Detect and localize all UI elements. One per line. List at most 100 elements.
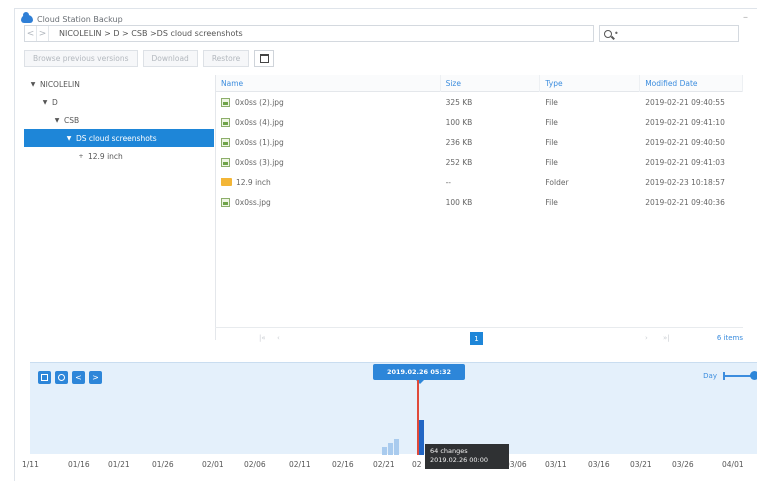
file-name: 0x0ss (3).jpg: [235, 157, 284, 167]
cell-size: --: [445, 177, 451, 187]
column-name[interactable]: Name: [216, 74, 441, 92]
tooltip-changes: 64 changes: [430, 447, 468, 455]
column-type[interactable]: Type: [540, 74, 641, 92]
change-bar[interactable]: [382, 447, 387, 455]
axis-tick-label: 03/11: [545, 460, 567, 469]
table-header: Name Size Type Modified Date: [216, 74, 743, 92]
cell-name: 0x0ss (2).jpg: [216, 97, 441, 107]
axis-tick-label: 02/21: [373, 460, 395, 469]
cell-type: File: [545, 197, 558, 207]
folder-icon: [221, 177, 232, 186]
search-input[interactable]: •: [599, 25, 739, 42]
cell-size: 100 KB: [445, 197, 473, 207]
page-number[interactable]: 1: [470, 332, 483, 345]
change-bar[interactable]: [388, 443, 393, 455]
folder-tree: ▼ NICOLELIN ▼ D ▼ CSB ▼ DS cloud screenshots +12…: [24, 75, 214, 165]
zoom-knob[interactable]: [750, 371, 757, 380]
tree-item[interactable]: ▼ CSB: [24, 111, 214, 129]
browse-previous-versions-button[interactable]: Browse previous versions: [24, 49, 138, 67]
zoom-slider[interactable]: [723, 371, 757, 380]
cell-modified-date: 2019-02-21 09:41:10: [645, 117, 725, 127]
collapse-icon[interactable]: ▼: [65, 135, 73, 142]
tree-item[interactable]: ▼ D: [24, 93, 214, 111]
table-row[interactable]: 0x0ss (2).jpg 325 KB File 2019-02-21 09:40:…: [216, 92, 743, 112]
breadcrumb[interactable]: NICOLELIN > D > CSB >DS cloud screenshot…: [49, 29, 243, 38]
cell-type: File: [545, 97, 558, 107]
gear-icon: [58, 374, 65, 381]
minimize-button[interactable]: –: [743, 12, 748, 23]
toolbar: Browse previous versions Download Restor…: [24, 49, 275, 67]
axis-tick-label: 03/16: [588, 460, 610, 469]
cell-modified-date: 2019-02-21 09:41:03: [645, 157, 725, 167]
table-row[interactable]: 12.9 inch -- Folder 2019-02-23 10:18:57: [216, 172, 743, 192]
table-row[interactable]: 0x0ss.jpg 100 KB File 2019-02-21 09:40:36: [216, 192, 743, 212]
cell-type: File: [545, 137, 558, 147]
axis-tick-label: 02/16: [332, 460, 354, 469]
forward-button[interactable]: >: [37, 26, 49, 41]
cell-type: File: [545, 117, 558, 127]
cell-type: File: [545, 157, 558, 167]
selected-version-stamp[interactable]: 2019.02.26 05:32: [373, 364, 465, 384]
timeline-tools: < >: [38, 371, 102, 384]
next-page-button[interactable]: ›: [645, 334, 648, 342]
collapse-icon[interactable]: ▼: [29, 81, 37, 88]
table-row[interactable]: 0x0ss (1).jpg 236 KB File 2019-02-21 09:40:…: [216, 132, 743, 152]
file-name: 0x0ss (2).jpg: [235, 97, 284, 107]
axis-tick-label: 02/06: [244, 460, 266, 469]
window-title: Cloud Station Backup: [37, 14, 123, 24]
search-icon: [604, 29, 612, 38]
timeline-prev-button[interactable]: <: [72, 371, 85, 384]
cell-name: 0x0ss.jpg: [216, 197, 441, 207]
settings-button[interactable]: [55, 371, 68, 384]
first-page-button[interactable]: |«: [259, 334, 266, 342]
pagination: |« ‹ 1 › »| 6 items: [215, 327, 743, 347]
prev-page-button[interactable]: ‹: [277, 334, 280, 342]
cell-name: 12.9 inch: [216, 177, 441, 187]
cell-modified-date: 2019-02-21 09:40:36: [645, 197, 725, 207]
download-button[interactable]: Download: [142, 49, 198, 67]
tree-item[interactable]: +12.9 inch: [24, 147, 214, 165]
axis-tick-label: 04/01: [722, 460, 744, 469]
column-modified-date[interactable]: Modified Date: [640, 74, 743, 92]
table-row[interactable]: 0x0ss (3).jpg 252 KB File 2019-02-21 09:41:…: [216, 152, 743, 172]
file-name: 12.9 inch: [236, 177, 271, 187]
image-file-icon: [221, 197, 230, 207]
tree-item-label: 12.9 inch: [88, 151, 123, 161]
axis-tick-label: 02: [412, 460, 422, 469]
search-dropdown[interactable]: •: [614, 29, 619, 38]
change-bar[interactable]: [419, 420, 424, 455]
back-button[interactable]: <: [25, 26, 37, 41]
file-name: 0x0ss.jpg: [235, 197, 271, 207]
timeline-next-button[interactable]: >: [89, 371, 102, 384]
expand-icon[interactable]: +: [77, 153, 85, 160]
cell-name: 0x0ss (3).jpg: [216, 157, 441, 167]
zoom-control[interactable]: Day: [703, 371, 757, 380]
file-name: 0x0ss (4).jpg: [235, 117, 284, 127]
tree-item-label: CSB: [64, 115, 80, 125]
change-bar[interactable]: [394, 439, 399, 455]
file-table: Name Size Type Modified Date 0x0ss (2).j…: [215, 74, 743, 340]
column-size[interactable]: Size: [441, 74, 541, 92]
tree-item[interactable]: ▼ DS cloud screenshots: [24, 129, 214, 147]
last-page-button[interactable]: »|: [663, 334, 670, 342]
cell-name: 0x0ss (1).jpg: [216, 137, 441, 147]
address-bar: < > NICOLELIN > D > CSB >DS cloud screen…: [24, 25, 594, 42]
calendar-button[interactable]: [38, 371, 51, 384]
collapse-icon[interactable]: ▼: [53, 117, 61, 124]
table-row[interactable]: 0x0ss (4).jpg 100 KB File 2019-02-21 09:41:…: [216, 112, 743, 132]
tree-item[interactable]: ▼ NICOLELIN: [24, 75, 214, 93]
collapse-icon[interactable]: ▼: [41, 99, 49, 106]
item-count: 6 items: [716, 333, 743, 342]
axis-tick-label: 1/11: [22, 460, 39, 469]
delete-button[interactable]: [254, 49, 275, 67]
calendar-icon: [41, 374, 48, 381]
cell-modified-date: 2019-02-23 10:18:57: [645, 177, 725, 187]
change-tooltip: 64 changes 2019.02.26 00:00: [425, 444, 509, 469]
cell-type: Folder: [545, 177, 569, 187]
cell-modified-date: 2019-02-21 09:40:50: [645, 137, 725, 147]
cell-size: 236 KB: [445, 137, 473, 147]
version-timeline[interactable]: < > 2019.02.26 05:32 Day: [30, 362, 757, 455]
axis-tick-label: 01/26: [152, 460, 174, 469]
restore-button[interactable]: Restore: [202, 49, 250, 67]
axis-tick-label: 02/01: [202, 460, 224, 469]
